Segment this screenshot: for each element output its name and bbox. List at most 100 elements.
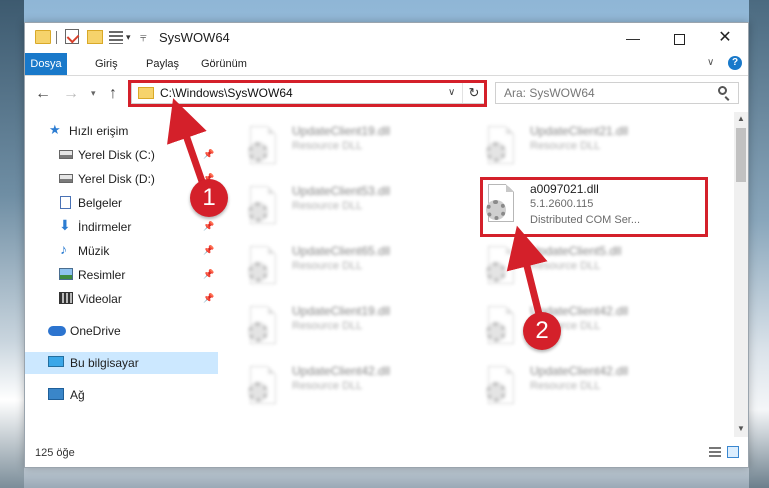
explorer-window: ▾ ⫧ SysWOW64 — ✕ Dosya Giriş Paylaş Görü… [24, 22, 749, 468]
file-item[interactable]: UpdateClient42.dll Resource DLL [484, 362, 714, 408]
close-button[interactable]: ✕ [702, 23, 748, 53]
search-icon[interactable] [718, 86, 727, 95]
scroll-down-arrow-icon[interactable]: ▼ [734, 424, 748, 433]
toolbar-separator [56, 31, 57, 44]
help-icon[interactable]: ? [728, 56, 742, 70]
music-icon: ♪ [60, 241, 67, 257]
vertical-scrollbar[interactable]: ▲ ▼ [734, 112, 748, 437]
dll-file-icon [484, 366, 518, 406]
sidebar-item-label: Videolar [78, 292, 122, 306]
sidebar-item-local-disk-c[interactable]: Yerel Disk (C:) 📌 [25, 144, 218, 166]
sidebar-item-label: Yerel Disk (D:) [78, 172, 155, 186]
file-name: UpdateClient42.dll [530, 364, 629, 378]
navigation-bar: ← → ▾ ↑ C:\Windows\SysWOW64 ∨ ↻ Ara: Sys… [25, 76, 748, 112]
tab-view[interactable]: Görünüm [193, 53, 255, 75]
tab-home[interactable]: Giriş [87, 53, 126, 75]
view-options-icon[interactable] [109, 31, 123, 44]
file-item[interactable]: UpdateClient42.dll Resource DLL [246, 362, 476, 408]
sidebar-item-documents[interactable]: Belgeler 📌 [25, 192, 218, 214]
dll-file-icon [246, 126, 280, 166]
back-arrow-icon[interactable]: ← [35, 85, 51, 103]
minimize-button[interactable]: — [610, 23, 656, 53]
view-dropdown-chevron-icon[interactable]: ▾ [126, 32, 131, 43]
large-icons-view-icon[interactable] [727, 446, 739, 458]
network-icon [48, 388, 64, 400]
dll-file-icon [246, 186, 280, 226]
dll-file-icon [484, 126, 518, 166]
file-list: UpdateClient19.dll Resource DLL UpdateCl… [218, 112, 734, 437]
sidebar-item-pictures[interactable]: Resimler 📌 [25, 264, 218, 286]
status-bar: 125 öğe [25, 437, 748, 467]
computer-icon [48, 356, 64, 367]
scroll-thumb[interactable] [736, 128, 746, 182]
file-highlight-box [480, 177, 708, 237]
file-item[interactable]: UpdateClient19.dll Resource DLL [246, 302, 476, 348]
maximize-icon [673, 33, 685, 45]
tab-share[interactable]: Paylaş [138, 53, 187, 75]
file-name: UpdateClient42.dll [292, 364, 391, 378]
file-item[interactable]: UpdateClient42.dll Resource DLL [484, 302, 714, 348]
file-name: UpdateClient19.dll [292, 124, 391, 138]
sidebar-item-onedrive[interactable]: OneDrive [25, 320, 218, 342]
file-item[interactable]: UpdateClient5.dll Resource DLL [484, 242, 714, 288]
cloud-icon [48, 326, 66, 336]
item-count: 125 öğe [35, 447, 75, 459]
sidebar-item-label: Bu bilgisayar [70, 356, 139, 370]
file-type: Resource DLL [292, 320, 363, 332]
window-title: SysWOW64 [159, 30, 230, 45]
file-name: UpdateClient19.dll [292, 304, 391, 318]
new-folder-icon[interactable] [87, 30, 103, 44]
sidebar-item-label: İndirmeler [78, 220, 132, 234]
sidebar-item-this-pc[interactable]: Bu bilgisayar [25, 352, 218, 374]
sidebar-item-label: Yerel Disk (C:) [78, 148, 155, 162]
scroll-up-arrow-icon[interactable]: ▲ [734, 114, 748, 123]
file-name: UpdateClient65.dll [292, 244, 391, 258]
search-input[interactable]: Ara: SysWOW64 [495, 82, 739, 104]
dll-file-icon [246, 366, 280, 406]
videos-icon [59, 292, 73, 304]
pin-icon[interactable]: 📌 [203, 221, 214, 232]
customize-toolbar-icon[interactable]: ⫧ [140, 30, 147, 45]
pin-icon[interactable]: 📌 [203, 269, 214, 280]
sidebar-item-label: Hızlı erişim [69, 124, 129, 138]
sidebar-item-local-disk-d[interactable]: Yerel Disk (D:) 📌 [25, 168, 218, 190]
downloads-icon: ⬇ [59, 217, 71, 233]
file-name: UpdateClient21.dll [530, 124, 629, 138]
title-bar: ▾ ⫧ SysWOW64 — ✕ [25, 23, 748, 53]
details-view-icon[interactable] [709, 447, 721, 458]
sidebar-item-downloads[interactable]: ⬇ İndirmeler 📌 [25, 216, 218, 238]
dll-file-icon [246, 246, 280, 286]
file-type: Resource DLL [530, 260, 601, 272]
file-type: Resource DLL [292, 200, 363, 212]
expand-ribbon-chevron-icon[interactable]: ∨ [707, 57, 714, 68]
dll-file-icon [246, 306, 280, 346]
file-item[interactable]: UpdateClient19.dll Resource DLL [246, 122, 476, 168]
drive-icon [59, 174, 73, 183]
file-item[interactable]: UpdateClient53.dll Resource DLL [246, 182, 476, 228]
sidebar-item-videos[interactable]: Videolar 📌 [25, 288, 218, 310]
navigation-pane: ★ Hızlı erişim Yerel Disk (C:) 📌 Yerel D… [25, 112, 218, 437]
sidebar-item-quick-access[interactable]: ★ Hızlı erişim [25, 120, 218, 142]
file-item[interactable]: UpdateClient21.dll Resource DLL [484, 122, 714, 168]
forward-arrow-icon[interactable]: → [63, 85, 79, 103]
file-type: Resource DLL [530, 140, 601, 152]
file-item[interactable]: UpdateClient65.dll Resource DLL [246, 242, 476, 288]
dll-file-icon [484, 246, 518, 286]
pin-icon[interactable]: 📌 [203, 149, 214, 160]
sidebar-item-label: Resimler [78, 268, 126, 282]
ribbon-tabs: Dosya Giriş Paylaş Görünüm ∨ ? [25, 53, 748, 76]
file-name: UpdateClient53.dll [292, 184, 391, 198]
pin-icon[interactable]: 📌 [203, 245, 214, 256]
step-1-badge: 1 [190, 179, 228, 217]
maximize-button[interactable] [656, 23, 702, 53]
properties-icon[interactable] [65, 29, 79, 44]
drive-icon [59, 150, 73, 159]
sidebar-item-label: Ağ [70, 388, 85, 402]
recent-locations-chevron-icon[interactable]: ▾ [91, 88, 96, 99]
pin-icon[interactable]: 📌 [203, 293, 214, 304]
tab-file[interactable]: Dosya [25, 53, 67, 75]
up-arrow-icon[interactable]: ↑ [109, 85, 117, 103]
sidebar-item-label: Belgeler [78, 196, 123, 210]
sidebar-item-network[interactable]: Ağ [25, 384, 218, 406]
sidebar-item-music[interactable]: ♪ Müzik 📌 [25, 240, 218, 262]
